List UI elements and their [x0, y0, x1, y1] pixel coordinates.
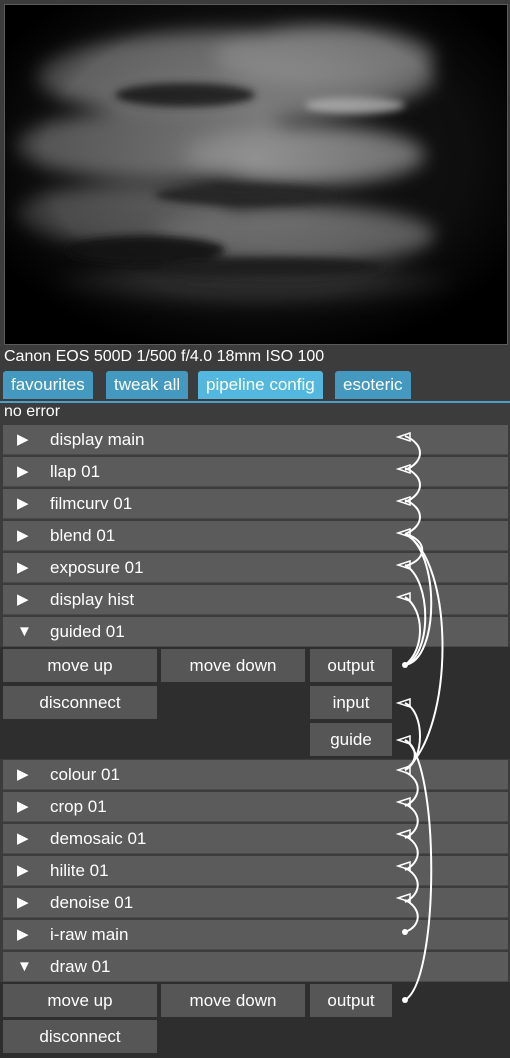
- module-label: draw 01: [50, 957, 111, 976]
- connector-output[interactable]: output: [310, 984, 392, 1017]
- guided-01-panel: move up move down output disconnect inpu…: [0, 647, 510, 759]
- triangle-right-icon: ▶: [17, 591, 29, 608]
- module-label: llap 01: [50, 462, 101, 481]
- module-display-hist[interactable]: ▶ display hist: [3, 585, 508, 615]
- disconnect-button[interactable]: disconnect: [3, 1020, 157, 1053]
- disconnect-button[interactable]: disconnect: [3, 686, 157, 719]
- module-label: guided 01: [50, 622, 125, 641]
- module-label: denoise 01: [50, 893, 134, 912]
- exif-info: Canon EOS 500D 1/500 f/4.0 18mm ISO 100: [4, 348, 325, 365]
- triangle-right-icon: ▶: [17, 527, 29, 544]
- module-label: display main: [50, 430, 145, 449]
- module-colour-01[interactable]: ▶ colour 01: [3, 760, 508, 790]
- module-label: colour 01: [50, 765, 120, 784]
- triangle-right-icon: ▶: [17, 463, 29, 480]
- module-label: demosaic 01: [50, 829, 147, 848]
- module-label: i-raw main: [50, 925, 129, 944]
- module-blend-01[interactable]: ▶ blend 01: [3, 521, 508, 551]
- connector-input[interactable]: input: [310, 686, 392, 719]
- move-down-button[interactable]: move down: [161, 649, 305, 682]
- module-filmcurv-01[interactable]: ▶ filmcurv 01: [3, 489, 508, 519]
- module-demosaic-01[interactable]: ▶ demosaic 01: [3, 824, 508, 854]
- image-preview[interactable]: [4, 4, 508, 345]
- module-hilite-01[interactable]: ▶ hilite 01: [3, 856, 508, 886]
- module-label: display hist: [50, 590, 135, 609]
- status-text: no error: [4, 403, 61, 420]
- module-label: hilite 01: [50, 861, 109, 880]
- triangle-right-icon: ▶: [17, 798, 29, 815]
- module-guided-01[interactable]: ▼ guided 01: [3, 617, 508, 647]
- module-label: exposure 01: [50, 558, 144, 577]
- triangle-right-icon: ▶: [17, 559, 29, 576]
- module-label: crop 01: [50, 797, 107, 816]
- module-label: filmcurv 01: [50, 494, 133, 513]
- triangle-right-icon: ▶: [17, 926, 29, 943]
- draw-01-panel: move up move down output disconnect: [0, 982, 510, 1058]
- triangle-right-icon: ▶: [17, 894, 29, 911]
- tab-esoteric[interactable]: esoteric: [335, 371, 411, 399]
- triangle-down-icon: ▼: [17, 958, 32, 975]
- connector-output[interactable]: output: [310, 649, 392, 682]
- triangle-right-icon: ▶: [17, 766, 29, 783]
- module-label: blend 01: [50, 526, 116, 545]
- module-exposure-01[interactable]: ▶ exposure 01: [3, 553, 508, 583]
- tab-bar: favourites tweak all pipeline config eso…: [0, 371, 510, 403]
- tab-pipeline-config[interactable]: pipeline config: [198, 371, 323, 399]
- module-crop-01[interactable]: ▶ crop 01: [3, 792, 508, 822]
- module-i-raw-main[interactable]: ▶ i-raw main: [3, 920, 508, 950]
- triangle-right-icon: ▶: [17, 495, 29, 512]
- triangle-right-icon: ▶: [17, 830, 29, 847]
- module-llap-01[interactable]: ▶ llap 01: [3, 457, 508, 487]
- connector-guide[interactable]: guide: [310, 723, 392, 756]
- move-down-button[interactable]: move down: [161, 984, 305, 1017]
- tab-tweak-all[interactable]: tweak all: [106, 371, 189, 399]
- move-up-button[interactable]: move up: [3, 649, 157, 682]
- triangle-down-icon: ▼: [17, 623, 32, 640]
- tab-favourites[interactable]: favourites: [3, 371, 93, 399]
- module-display-main[interactable]: ▶ display main: [3, 425, 508, 455]
- module-denoise-01[interactable]: ▶ denoise 01: [3, 888, 508, 918]
- preview-photo: [5, 5, 507, 344]
- triangle-right-icon: ▶: [17, 862, 29, 879]
- module-draw-01[interactable]: ▼ draw 01: [3, 952, 508, 982]
- move-up-button[interactable]: move up: [3, 984, 157, 1017]
- triangle-right-icon: ▶: [17, 431, 29, 448]
